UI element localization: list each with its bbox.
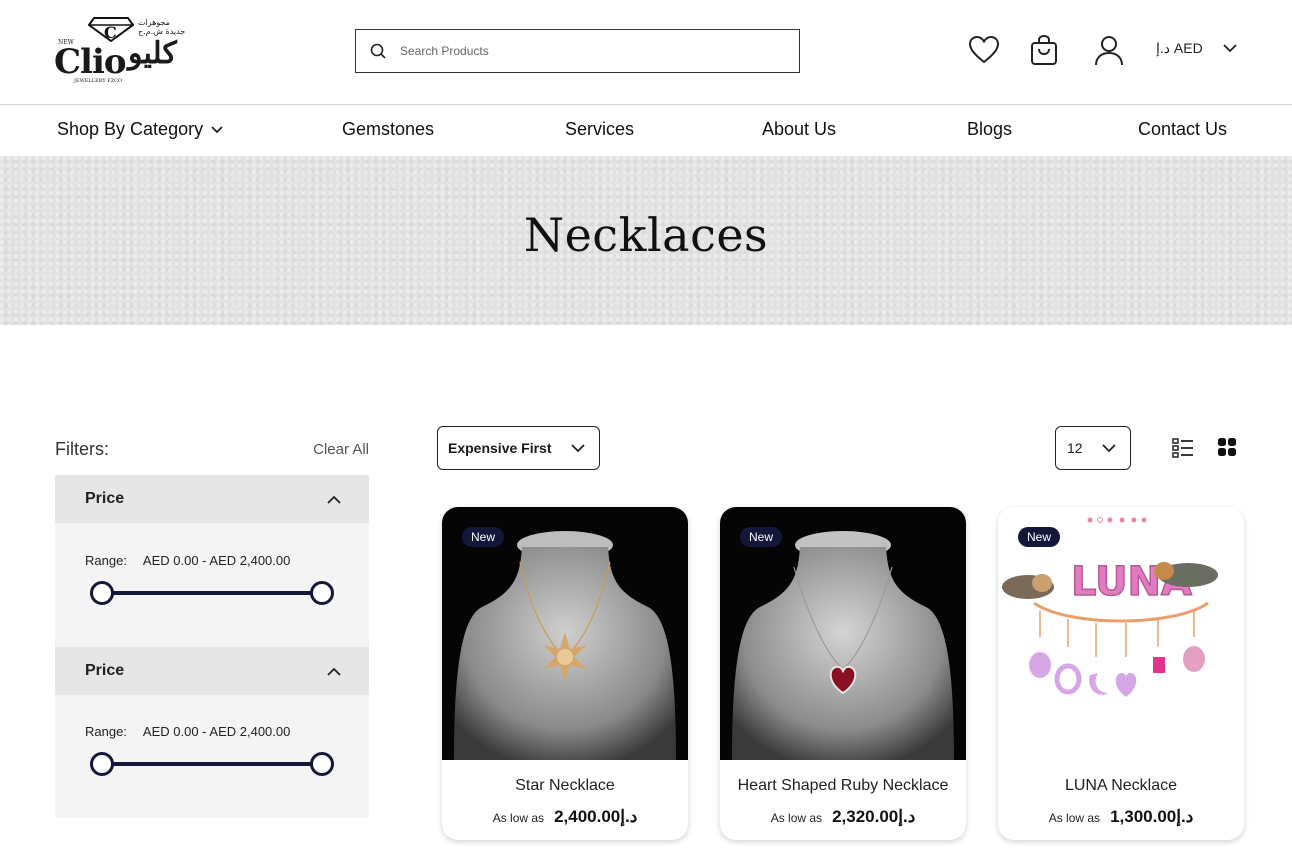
nav-item-about-us[interactable]: About Us bbox=[762, 119, 836, 140]
price-slider-max-handle[interactable] bbox=[310, 752, 334, 776]
svg-text:C: C bbox=[104, 23, 117, 42]
product-card[interactable]: LUNA New LUNA Necklace As low as د.إ1,30… bbox=[998, 507, 1244, 840]
price-value: د.إ2,400.00 bbox=[554, 807, 638, 826]
list-view-icon[interactable] bbox=[1172, 437, 1194, 459]
price-filter-toggle[interactable]: Price bbox=[55, 647, 369, 695]
price-slider-min-handle[interactable] bbox=[90, 752, 114, 776]
product-name[interactable]: Star Necklace bbox=[442, 777, 688, 795]
range-label: Range: bbox=[85, 724, 127, 739]
price-filter-panel: Price Range: AED 0.00 - AED 2,400.00 bbox=[55, 475, 369, 647]
filters-title: Filters: bbox=[55, 439, 109, 459]
price-prefix: As low as bbox=[1048, 811, 1101, 825]
nav-item-gemstones[interactable]: Gemstones bbox=[342, 119, 434, 140]
currency-selector[interactable]: د.إ AED bbox=[1156, 40, 1237, 57]
price-prefix: As low as bbox=[770, 811, 823, 825]
nav-item-label: Gemstones bbox=[342, 119, 435, 139]
search-icon bbox=[370, 43, 386, 59]
new-badge: New bbox=[740, 527, 783, 547]
chevron-down-icon bbox=[211, 125, 223, 133]
price-slider-min-handle[interactable] bbox=[90, 581, 114, 605]
price-value: د.إ1,300.00 bbox=[1110, 807, 1194, 826]
filters-header: Filters: Clear All bbox=[55, 439, 369, 460]
site-header: C NEW Clio كليو مجوهرات جديدة ش.م.ح JEWE… bbox=[0, 0, 1292, 105]
product-price: As low as د.إ2,320.00 bbox=[720, 807, 966, 827]
logo-subtitle: JEWELLERY FZCO bbox=[74, 78, 123, 84]
nav-item-services[interactable]: Services bbox=[565, 119, 634, 140]
nav-item-label: Blogs bbox=[967, 119, 1013, 139]
nav-item-blogs[interactable]: Blogs bbox=[967, 119, 1012, 140]
sort-select[interactable]: Expensive First bbox=[437, 426, 600, 470]
heart-icon[interactable] bbox=[968, 34, 1000, 66]
price-slider-track[interactable] bbox=[101, 762, 323, 766]
filter-label: Price bbox=[85, 662, 125, 679]
shopping-bag-icon[interactable] bbox=[1030, 34, 1058, 66]
sort-value: Expensive First bbox=[448, 440, 552, 456]
search-input[interactable]: Search Products bbox=[400, 44, 489, 58]
product-name[interactable]: Heart Shaped Ruby Necklace bbox=[720, 777, 966, 795]
logo-arabic-text: كليو bbox=[128, 36, 177, 71]
price-slider-track[interactable] bbox=[101, 591, 323, 595]
logo-latin-text: Clio bbox=[54, 42, 127, 82]
product-card[interactable]: New Heart Shaped Ruby Necklace As low as… bbox=[720, 507, 966, 840]
product-card[interactable]: New Star Necklace As low as د.إ2,400.00 bbox=[442, 507, 688, 840]
grid-view-icon[interactable] bbox=[1217, 437, 1237, 457]
nav-item-label: About Us bbox=[762, 119, 837, 139]
filter-label: Price bbox=[85, 490, 125, 507]
main-nav: Shop By Category Gemstones Services Abou… bbox=[0, 106, 1292, 156]
chevron-up-icon bbox=[327, 495, 341, 504]
clear-all-link[interactable]: Clear All bbox=[313, 441, 369, 458]
range-value: AED 0.00 - AED 2,400.00 bbox=[142, 724, 291, 739]
price-slider-max-handle[interactable] bbox=[310, 581, 334, 605]
nav-item-label: Services bbox=[565, 119, 635, 139]
chevron-down-icon bbox=[1102, 443, 1116, 452]
product-price: As low as د.إ2,400.00 bbox=[442, 807, 688, 827]
chevron-down-icon bbox=[571, 443, 585, 452]
chevron-up-icon bbox=[327, 667, 341, 676]
price-filter-toggle[interactable]: Price bbox=[55, 475, 369, 523]
nav-item-shop-by-category[interactable]: Shop By Category bbox=[57, 119, 223, 140]
price-prefix: As low as bbox=[492, 811, 545, 825]
search-bar[interactable]: Search Products bbox=[355, 29, 800, 73]
category-banner: Necklaces bbox=[0, 156, 1292, 325]
new-badge: New bbox=[462, 527, 505, 547]
page-title: Necklaces bbox=[523, 208, 769, 262]
range-value: AED 0.00 - AED 2,400.00 bbox=[142, 553, 291, 568]
nav-item-label: Shop By Category bbox=[57, 119, 204, 139]
range-row: Range: AED 0.00 - AED 2,400.00 bbox=[85, 553, 290, 568]
new-badge: New bbox=[1018, 527, 1061, 547]
nav-item-label: Contact Us bbox=[1138, 119, 1228, 139]
logo-arabic-subtitle: مجوهرات جديدة ش.م.ح bbox=[138, 18, 186, 36]
logo[interactable]: C NEW Clio كليو مجوهرات جديدة ش.م.ح JEWE… bbox=[52, 14, 192, 86]
product-price: As low as د.إ1,300.00 bbox=[998, 807, 1244, 827]
currency-label: د.إ AED bbox=[1156, 40, 1203, 56]
per-page-select[interactable]: 12 bbox=[1055, 426, 1131, 470]
product-name[interactable]: LUNA Necklace bbox=[998, 777, 1244, 795]
per-page-value: 12 bbox=[1067, 440, 1083, 456]
chevron-down-icon bbox=[1223, 44, 1237, 53]
price-filter-panel: Price Range: AED 0.00 - AED 2,400.00 bbox=[55, 647, 369, 818]
user-icon[interactable] bbox=[1093, 34, 1125, 66]
range-label: Range: bbox=[85, 553, 127, 568]
nav-item-contact-us[interactable]: Contact Us bbox=[1138, 119, 1227, 140]
price-value: د.إ2,320.00 bbox=[832, 807, 916, 826]
range-row: Range: AED 0.00 - AED 2,400.00 bbox=[85, 724, 290, 739]
